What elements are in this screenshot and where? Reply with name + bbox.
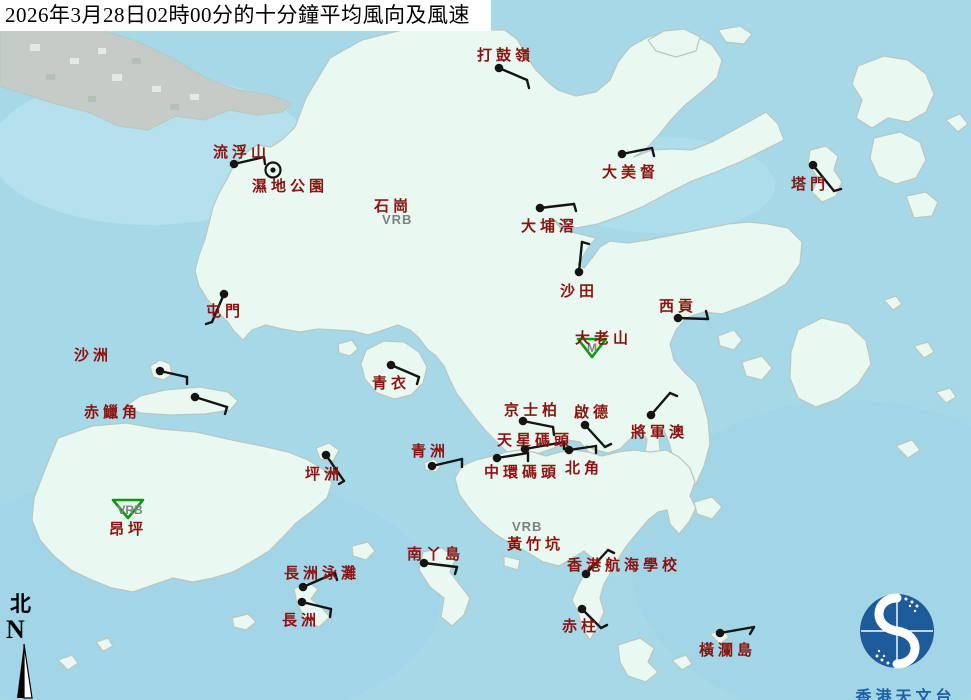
hko-logo-icon bbox=[840, 585, 971, 677]
station-label: 京士柏 bbox=[504, 399, 561, 420]
station-label: 長洲 bbox=[282, 609, 320, 630]
variable-wind-note: VRB bbox=[382, 212, 412, 227]
station-label: 大美督 bbox=[602, 161, 659, 182]
station-label: 赤柱 bbox=[562, 615, 600, 636]
station-label: 大埔滘 bbox=[521, 215, 578, 236]
station-label: 青洲 bbox=[411, 440, 449, 461]
station-label: 濕地公園 bbox=[252, 175, 328, 196]
station-label: 長洲泳灘 bbox=[284, 562, 360, 583]
station-label: 沙田 bbox=[560, 280, 598, 301]
station-label: 天星碼頭 bbox=[497, 429, 573, 450]
station-label: 香港航海學校 bbox=[567, 554, 681, 575]
station-label: 北角 bbox=[565, 457, 603, 478]
station-label: 將軍澳 bbox=[631, 421, 688, 442]
wind-map-canvas: MVRB 打鼓嶺流浮山濕地公園石崗VRB大美督塔門大埔滘沙田西貢大老山屯門沙洲赤… bbox=[0, 0, 971, 700]
station-label: 流浮山 bbox=[213, 141, 270, 162]
station-label: 大老山 bbox=[575, 327, 632, 348]
station-label: 打鼓嶺 bbox=[477, 44, 534, 65]
station-label: 南丫島 bbox=[407, 543, 464, 564]
station-label: 坪洲 bbox=[305, 463, 343, 484]
station-label: 青衣 bbox=[372, 372, 410, 393]
station-label: 西貢 bbox=[659, 295, 697, 316]
hko-logo-name-zh: 香港天文台 bbox=[840, 683, 971, 700]
station-label-layer: 打鼓嶺流浮山濕地公園石崗VRB大美督塔門大埔滘沙田西貢大老山屯門沙洲赤鱲角青衣京… bbox=[0, 0, 971, 700]
map-title: 2026年3月28日02時00分的十分鐘平均風向及風速 bbox=[0, 0, 491, 31]
station-label: 沙洲 bbox=[74, 344, 112, 365]
station-label: 昂坪 bbox=[109, 518, 147, 539]
station-label: 啟德 bbox=[574, 401, 612, 422]
variable-wind-note: VRB bbox=[512, 519, 542, 534]
north-hanzi-label: 北 bbox=[10, 588, 44, 618]
hko-logo: 香港天文台 HONG KONG OBSERVATORY bbox=[840, 585, 971, 700]
north-indicator: 北 N bbox=[4, 588, 44, 700]
station-label: 橫瀾島 bbox=[699, 639, 756, 660]
north-letter-label: N bbox=[6, 618, 44, 642]
station-label: 中環碼頭 bbox=[484, 461, 560, 482]
station-label: 塔門 bbox=[791, 173, 829, 194]
north-arrow-icon bbox=[11, 642, 39, 700]
station-label: 赤鱲角 bbox=[84, 401, 141, 422]
station-label: 屯門 bbox=[206, 300, 244, 321]
station-label: 黃竹坑 bbox=[507, 533, 564, 554]
